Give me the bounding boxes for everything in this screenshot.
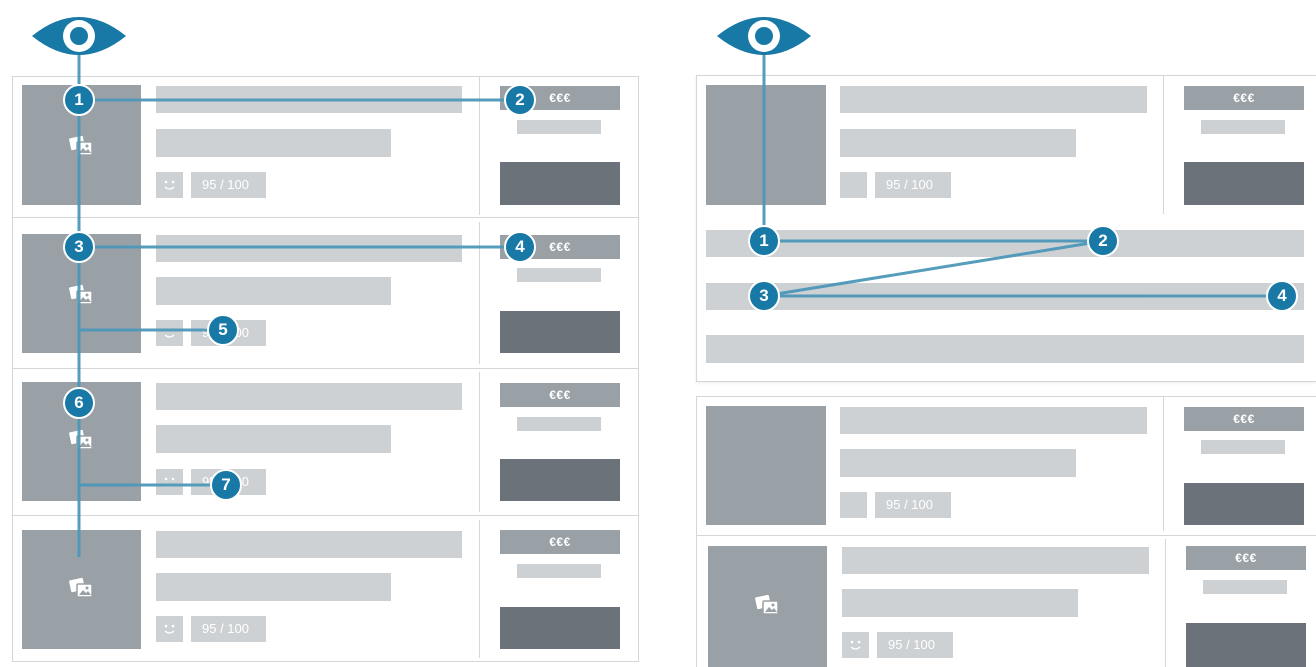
image-gallery-icon bbox=[69, 135, 93, 156]
rating-score: 95 / 100 bbox=[191, 616, 266, 642]
fixation-marker: 4 bbox=[504, 231, 536, 263]
price-detail-placeholder bbox=[1203, 580, 1287, 594]
view-deal-button[interactable] bbox=[1184, 162, 1304, 205]
view-deal-button[interactable] bbox=[500, 162, 620, 205]
price-detail-placeholder bbox=[517, 120, 601, 134]
location-placeholder bbox=[840, 129, 1076, 157]
eye-icon bbox=[32, 17, 126, 55]
price-column-separator bbox=[1165, 539, 1166, 667]
hotel-name-placeholder bbox=[156, 235, 462, 262]
image-gallery-icon bbox=[755, 594, 779, 615]
fixation-marker: 6 bbox=[63, 387, 95, 419]
rating-icon-placeholder bbox=[840, 172, 867, 198]
smiley-icon bbox=[156, 320, 183, 346]
row-separator bbox=[13, 217, 638, 218]
hotel-thumbnail[interactable] bbox=[22, 530, 141, 649]
smiley-icon bbox=[156, 172, 183, 198]
hotel-name-placeholder bbox=[156, 383, 462, 410]
price-column-separator bbox=[479, 222, 480, 364]
hotel-name-placeholder bbox=[840, 407, 1147, 434]
view-deal-button[interactable] bbox=[500, 459, 620, 501]
deal-row-placeholder bbox=[706, 283, 1304, 310]
price-tag: €€€ bbox=[500, 383, 620, 407]
image-gallery-icon bbox=[69, 284, 93, 305]
rating-score: 95 / 100 bbox=[875, 492, 951, 518]
fixation-marker: 2 bbox=[1087, 225, 1119, 257]
fixation-marker: 3 bbox=[748, 280, 780, 312]
smiley-icon bbox=[842, 632, 869, 658]
view-deal-button[interactable] bbox=[500, 311, 620, 353]
image-gallery-icon bbox=[69, 577, 93, 598]
location-placeholder bbox=[156, 129, 391, 157]
fixation-marker: 5 bbox=[207, 314, 239, 346]
view-deal-button[interactable] bbox=[500, 607, 620, 649]
fixation-marker: 1 bbox=[748, 225, 780, 257]
location-placeholder bbox=[842, 589, 1078, 617]
price-tag: €€€ bbox=[1186, 546, 1306, 570]
location-placeholder bbox=[156, 425, 391, 453]
price-detail-placeholder bbox=[1201, 120, 1285, 134]
fixation-marker: 2 bbox=[504, 84, 536, 116]
price-detail-placeholder bbox=[1201, 440, 1285, 454]
smiley-icon bbox=[156, 469, 183, 495]
price-tag: €€€ bbox=[500, 530, 620, 554]
price-tag: €€€ bbox=[1184, 86, 1304, 110]
price-detail-placeholder bbox=[517, 564, 601, 578]
row-separator bbox=[13, 368, 638, 369]
price-column-separator bbox=[1163, 76, 1164, 214]
fixation-marker: 3 bbox=[63, 231, 95, 263]
price-column-separator bbox=[479, 372, 480, 512]
hotel-name-placeholder bbox=[156, 531, 462, 558]
hotel-name-placeholder bbox=[156, 86, 462, 113]
deal-row-placeholder bbox=[706, 230, 1304, 257]
image-gallery-icon bbox=[69, 429, 93, 450]
hotel-name-placeholder bbox=[842, 547, 1149, 574]
price-detail-placeholder bbox=[517, 268, 601, 282]
fixation-marker: 4 bbox=[1266, 280, 1298, 312]
rating-score: 95 / 100 bbox=[877, 632, 953, 658]
rating-score: 95 / 100 bbox=[191, 172, 266, 198]
location-placeholder bbox=[156, 277, 391, 305]
hotel-thumbnail[interactable] bbox=[706, 85, 826, 205]
price-column-separator bbox=[479, 77, 480, 215]
eye-icon bbox=[717, 17, 811, 55]
row-separator bbox=[13, 515, 638, 516]
hotel-thumbnail[interactable] bbox=[706, 406, 826, 525]
deal-row-placeholder bbox=[706, 335, 1304, 363]
price-detail-placeholder bbox=[517, 417, 601, 431]
rating-icon-placeholder bbox=[840, 492, 867, 518]
hotel-thumbnail[interactable] bbox=[708, 546, 827, 667]
hotel-name-placeholder bbox=[840, 86, 1147, 113]
location-placeholder bbox=[840, 449, 1076, 477]
row-separator bbox=[697, 535, 1316, 536]
smiley-icon bbox=[156, 616, 183, 642]
view-deal-button[interactable] bbox=[1184, 483, 1304, 525]
view-deal-button[interactable] bbox=[1186, 623, 1306, 667]
rating-score: 95 / 100 bbox=[875, 172, 951, 198]
location-placeholder bbox=[156, 573, 391, 601]
fixation-marker: 1 bbox=[63, 84, 95, 116]
fixation-marker: 7 bbox=[210, 469, 242, 501]
price-tag: €€€ bbox=[1184, 407, 1304, 431]
price-column-separator bbox=[1163, 397, 1164, 531]
price-column-separator bbox=[479, 520, 480, 658]
